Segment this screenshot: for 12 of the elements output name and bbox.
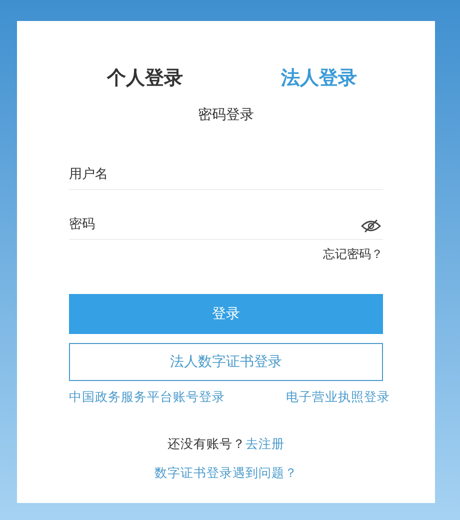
help-link[interactable]: 数字证书登录遇到问题？ [154,465,298,482]
forgot-password-link[interactable]: 忘记密码？ [323,246,383,263]
alternative-login-link[interactable]: 电子营业执照登录 [286,389,390,406]
alternative-login-link[interactable]: 中国政务服务平台账号登录 [69,389,225,406]
hidden-eye-icon[interactable] [361,219,381,233]
certificate-login-button[interactable]: 法人数字证书登录 [69,343,383,381]
login-button[interactable]: 登录 [69,294,383,334]
register-link[interactable]: 去注册 [246,436,284,453]
login-tab[interactable]: 个人登录 [107,65,183,91]
login-tab[interactable]: 法人登录 [281,65,357,91]
subtitle: 密码登录 [198,106,254,124]
no-account-text: 还没有账号？ [168,436,246,453]
